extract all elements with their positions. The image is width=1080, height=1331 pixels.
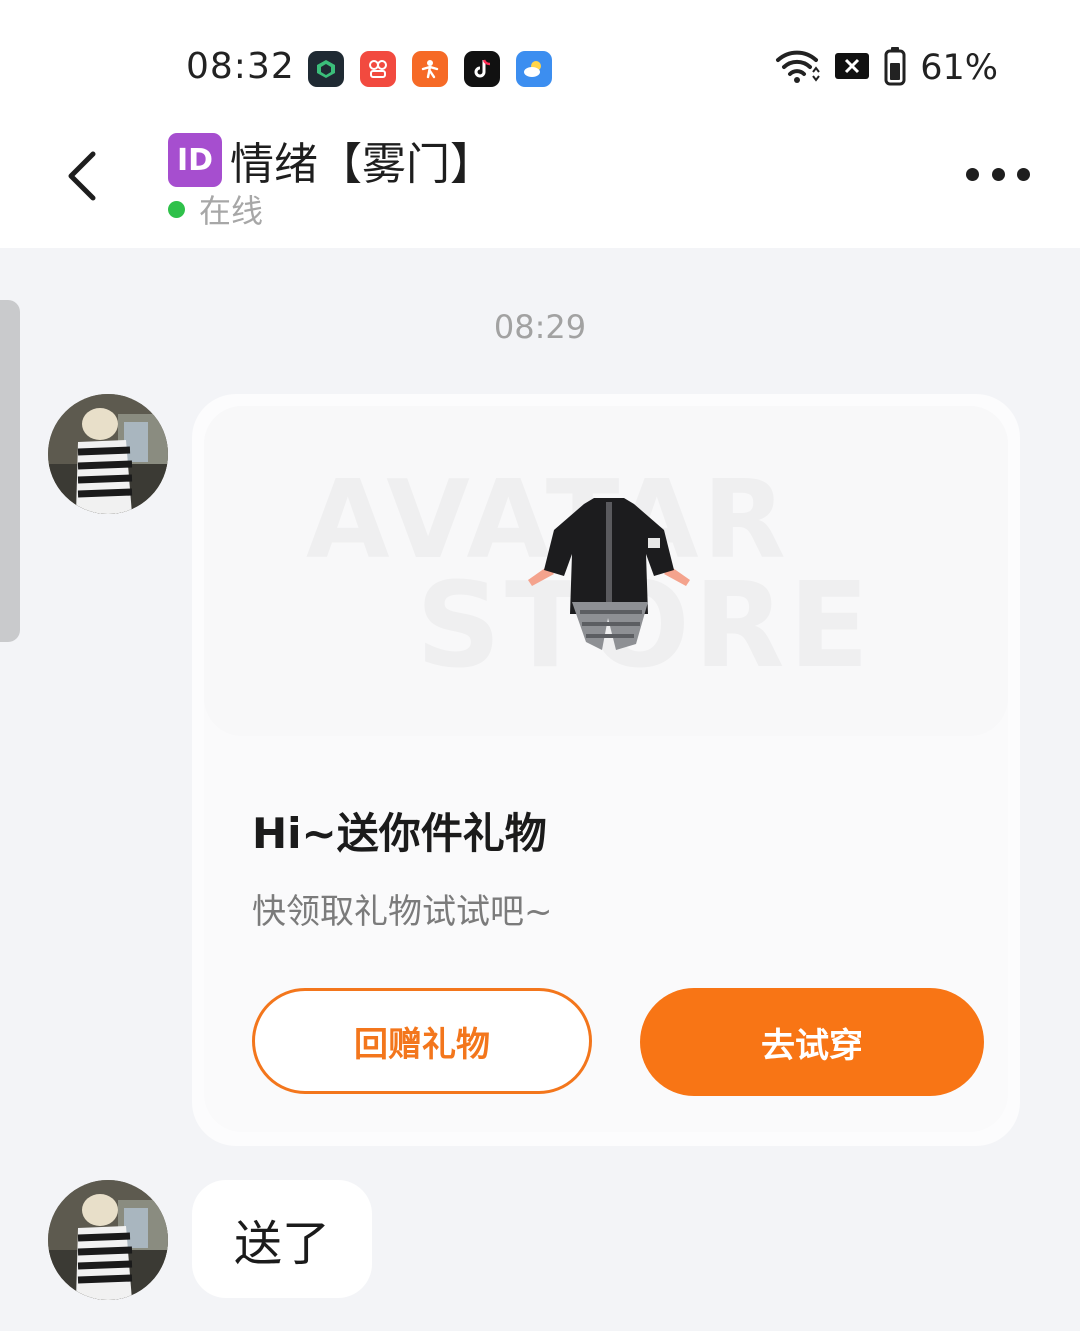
runner-app-icon <box>412 51 448 87</box>
chevron-left-icon <box>68 151 96 201</box>
more-dot-icon <box>1017 167 1030 181</box>
contact-name: 情绪【雾门】 <box>230 139 494 190</box>
gift-preview-image: AVATAR STORE <box>204 406 1008 736</box>
system-indicators: 61% <box>774 46 998 90</box>
chat-header: ID 情绪【雾门】 在线 <box>0 120 1080 248</box>
tiktok-icon <box>464 51 500 87</box>
live-app-icon <box>360 51 396 87</box>
try-on-button[interactable]: 去试穿 <box>640 988 984 1096</box>
more-dot-icon <box>966 167 979 181</box>
sender-avatar[interactable] <box>48 1180 168 1300</box>
return-gift-button[interactable]: 回赠礼物 <box>252 988 592 1094</box>
gift-message-card[interactable]: AVATAR STORE Hi~送你件礼物 快领取礼物试试吧~ 回赠礼物 去试穿 <box>192 394 1020 1146</box>
gift-card-subtitle: 快领取礼物试试吧~ <box>252 892 553 932</box>
battery-icon <box>884 46 906 90</box>
back-button[interactable] <box>56 144 108 208</box>
id-badge: ID <box>168 133 222 187</box>
text-message-bubble[interactable]: 送了 <box>192 1180 372 1298</box>
more-dot-icon <box>991 167 1005 181</box>
side-drawer-handle[interactable] <box>0 300 20 642</box>
online-status-text: 在线 <box>199 192 264 230</box>
no-sim-icon <box>834 51 870 85</box>
gift-card-title: Hi~送你件礼物 <box>252 809 547 858</box>
battery-percent: 61% <box>920 48 998 88</box>
contact-title[interactable]: ID 情绪【雾门】 <box>168 128 494 192</box>
jacket-icon <box>528 498 690 650</box>
wifi-icon <box>774 48 821 88</box>
cube-app-icon <box>308 51 344 87</box>
status-time: 08:32 <box>186 46 295 87</box>
gift-card-body: AVATAR STORE Hi~送你件礼物 快领取礼物试试吧~ 回赠礼物 去试穿 <box>204 406 1008 1132</box>
sender-avatar[interactable] <box>48 394 168 514</box>
online-dot-icon <box>168 200 185 218</box>
message-timestamp: 08:29 <box>493 308 587 346</box>
more-options-button[interactable] <box>966 156 1030 192</box>
weather-icon <box>516 51 552 87</box>
status-bar: 08:32 61% <box>0 0 1080 120</box>
online-status: 在线 <box>168 186 263 232</box>
